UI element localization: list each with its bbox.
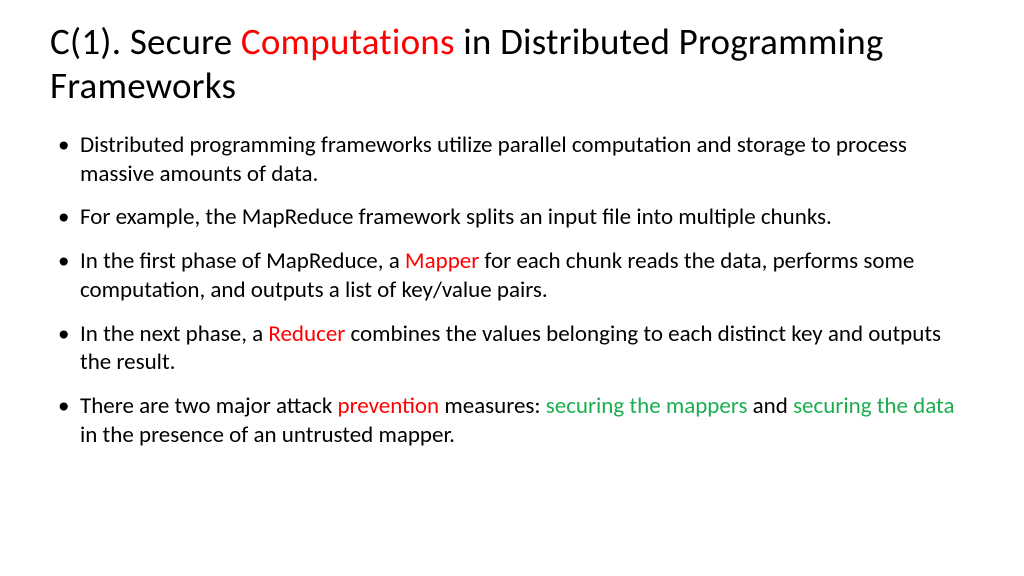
list-item: There are two major attack prevention me… (50, 392, 974, 450)
list-item: For example, the MapReduce framework spl… (50, 203, 974, 232)
bullet-list: Distributed programming frameworks utili… (50, 131, 974, 450)
text-run: Distributed programming frameworks utili… (80, 131, 907, 188)
text-run: In the next phase, a (80, 320, 268, 348)
text-run: There are two major attack (80, 392, 337, 420)
list-item: In the next phase, a Reducer combines th… (50, 320, 974, 378)
text-run: Reducer (268, 320, 345, 348)
text-run: securing the mappers (546, 392, 748, 420)
text-run: In the first phase of MapReduce, a (80, 247, 405, 275)
slide: C(1). Secure Computations in Distributed… (0, 0, 1024, 576)
title-highlight: Computations (241, 19, 455, 64)
title-pre: C(1). Secure (50, 19, 241, 64)
list-item: Distributed programming frameworks utili… (50, 131, 974, 189)
slide-title: C(1). Secure Computations in Distributed… (50, 20, 974, 109)
text-run: measures: (439, 392, 546, 420)
text-run: For example, the MapReduce framework spl… (80, 203, 832, 231)
text-run: prevention (337, 392, 439, 420)
text-run: in the presence of an untrusted mapper. (80, 421, 455, 449)
list-item: In the first phase of MapReduce, a Mappe… (50, 247, 974, 305)
text-run: Mapper (405, 247, 479, 275)
text-run: and (747, 392, 793, 420)
text-run: securing the data (793, 392, 954, 420)
